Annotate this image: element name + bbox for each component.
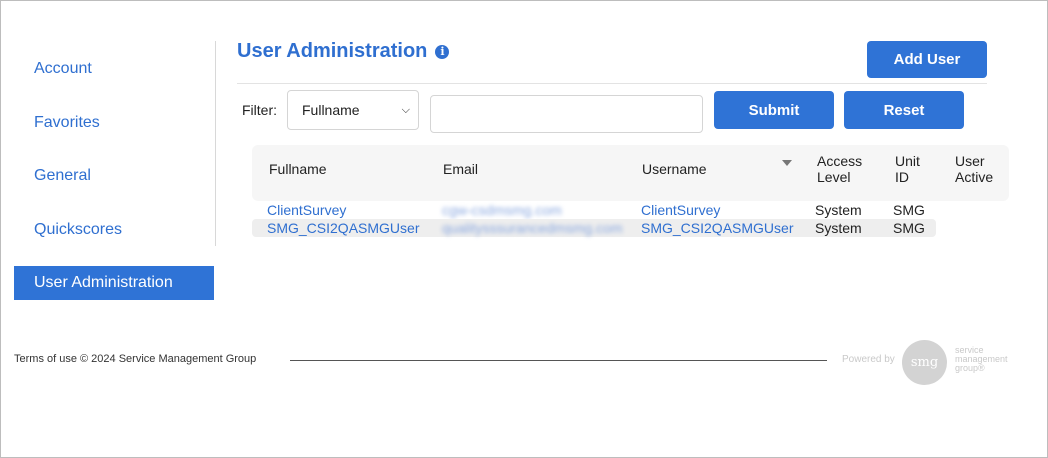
sidebar-item-quickscores[interactable]: Quickscores (14, 213, 214, 247)
footer-divider (290, 360, 827, 361)
smg-logo-icon: smg (902, 340, 947, 385)
sidebar-item-account[interactable]: Account (14, 52, 214, 86)
cell-username[interactable]: ClientSurvey (641, 201, 720, 219)
column-header-email[interactable]: Email (443, 161, 478, 177)
filter-select[interactable]: Fullname ⌵ (287, 90, 419, 130)
column-header-fullname[interactable]: Fullname (269, 161, 327, 177)
filter-input[interactable] (430, 95, 703, 133)
column-header-access-level-line2: Level (817, 169, 851, 185)
filter-select-value: Fullname (302, 102, 360, 118)
cell-access-level: System (815, 202, 862, 218)
column-header-access-level[interactable]: Access Level (817, 153, 862, 185)
logo-text-line3: group® (955, 363, 985, 373)
cell-access-level: System (815, 220, 862, 236)
column-header-user-active[interactable]: User Active (955, 153, 993, 185)
column-header-unit-id-line2: ID (895, 169, 909, 185)
submit-button[interactable]: Submit (714, 91, 834, 129)
cell-fullname[interactable]: ClientSurvey (267, 201, 346, 219)
cell-unit-id: SMG (893, 220, 925, 236)
page-title: User Administration i (237, 40, 450, 63)
sidebar-divider (215, 41, 216, 246)
column-header-user-active-line2: Active (955, 169, 994, 185)
table-row[interactable]: ClientSurvey cgw-csdmsmg.com ClientSurve… (252, 201, 936, 219)
cell-unit-id: SMG (893, 202, 925, 218)
cell-username[interactable]: SMG_CSI2QASMGUser (641, 219, 793, 237)
add-user-button[interactable]: Add User (867, 41, 987, 78)
column-header-user-active-line1: User (955, 153, 985, 169)
powered-by-text: Powered by (842, 354, 895, 365)
sidebar-item-user-administration[interactable]: User Administration (14, 266, 214, 300)
column-header-username[interactable]: Username (642, 161, 707, 177)
terms-of-use-link[interactable]: Terms of use © 2024 Service Management G… (14, 353, 256, 365)
sidebar-item-favorites[interactable]: Favorites (14, 106, 214, 140)
cell-fullname[interactable]: SMG_CSI2QASMGUser (267, 219, 419, 237)
column-header-unit-id-line1: Unit (895, 153, 920, 169)
cell-email: cgw-csdmsmg.com (442, 202, 562, 218)
column-header-access-level-line1: Access (817, 153, 863, 169)
filter-label: Filter: (242, 102, 277, 118)
sidebar-item-general[interactable]: General (14, 159, 214, 193)
page-title-text: User Administration (237, 40, 428, 62)
sort-descending-icon[interactable] (782, 160, 792, 166)
info-icon[interactable]: i (435, 44, 450, 59)
cell-email: qualitysssurancedmsmg.com (442, 220, 623, 236)
reset-button[interactable]: Reset (844, 91, 964, 129)
title-divider (237, 83, 987, 84)
table-row[interactable]: SMG_CSI2QASMGUser qualitysssurancedmsmg.… (252, 219, 936, 237)
chevron-down-icon: ⌵ (401, 104, 410, 116)
sidebar: Account Favorites General Quickscores Us… (14, 52, 214, 320)
smg-logo-text: service management group® (955, 346, 1008, 373)
column-header-unit-id[interactable]: Unit ID (895, 153, 920, 185)
